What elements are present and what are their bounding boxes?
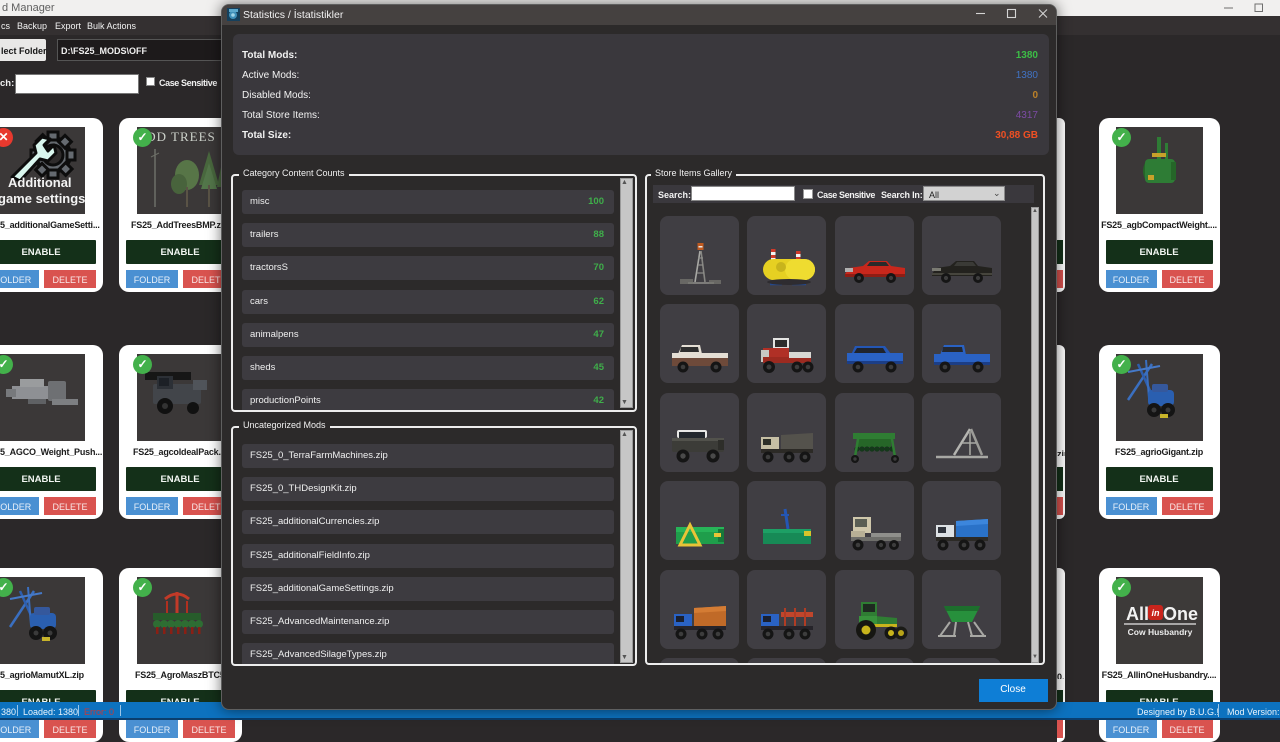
svg-text:in: in — [1152, 608, 1161, 618]
svg-text:All: All — [1126, 604, 1149, 624]
svg-text:DD TREES: DD TREES — [146, 129, 216, 144]
svg-text:One: One — [1163, 604, 1198, 624]
svg-text:Cow Husbandry: Cow Husbandry — [1128, 627, 1193, 637]
